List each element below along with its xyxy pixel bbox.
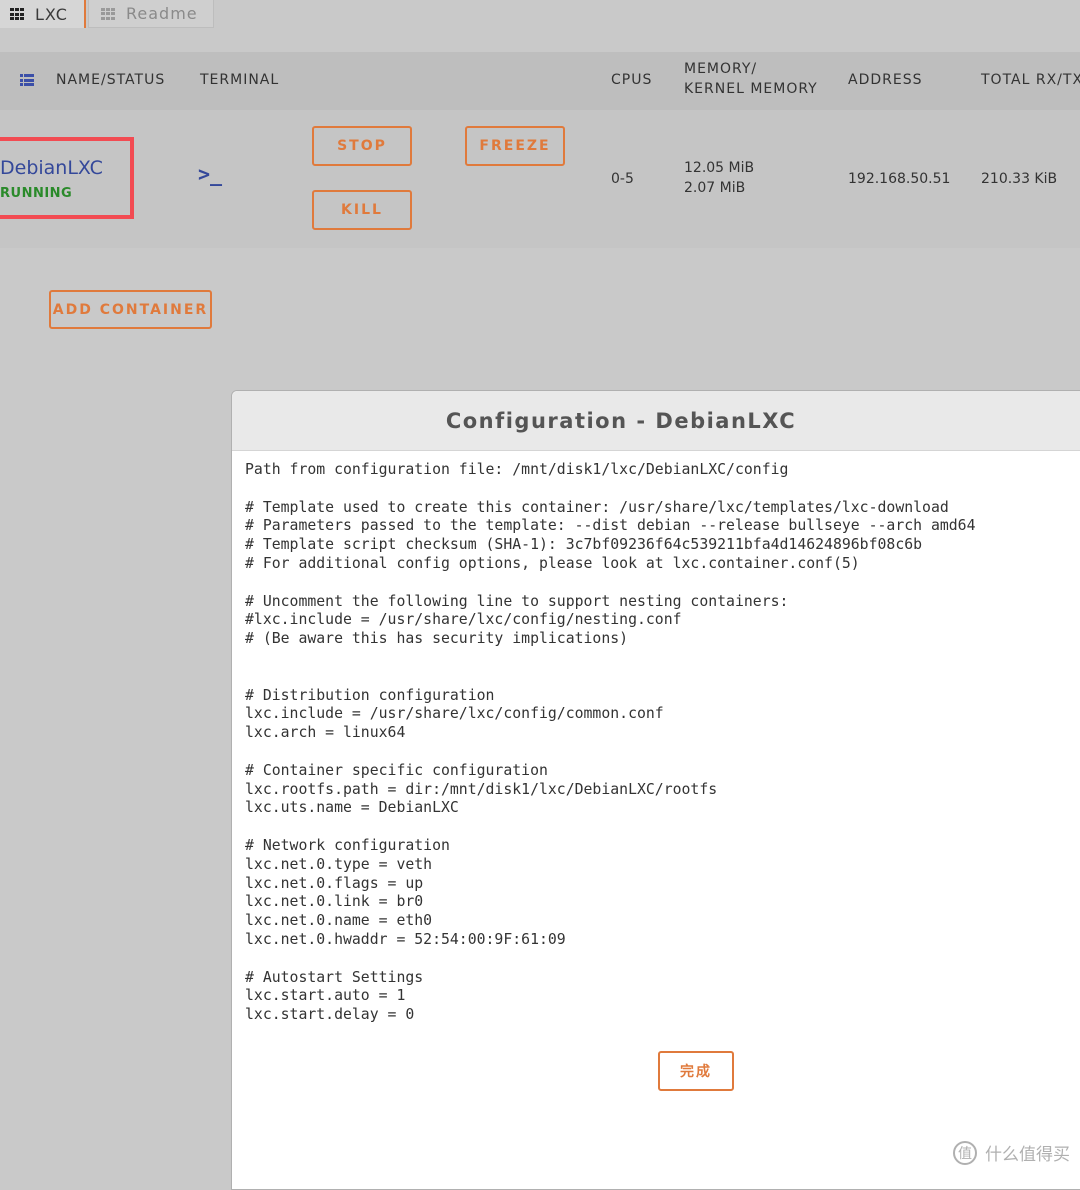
watermark-text: 什么值得买 (985, 1145, 1070, 1165)
header-kernel-memory: KERNEL MEMORY (684, 81, 818, 97)
dialog-title: Configuration - DebianLXC (445, 408, 797, 433)
header-address: ADDRESS (848, 72, 923, 88)
tab-lxc[interactable]: LXC (0, 0, 86, 28)
grid-icon (101, 7, 115, 20)
container-name-link[interactable]: DebianLXC (0, 157, 103, 179)
header-name-status: NAME/STATUS (56, 72, 166, 88)
tab-label: LXC (35, 4, 68, 24)
total-value: 210.33 KiB (981, 171, 1058, 187)
grid-icon (10, 8, 24, 20)
header-cpus: CPUS (611, 72, 653, 88)
kernel-memory-value: 2.07 MiB (684, 180, 746, 196)
tab-label: Readme (126, 4, 198, 23)
header-total: TOTAL RX/TX (981, 72, 1080, 88)
watermark: 值 什么值得买 (953, 1140, 1070, 1165)
tab-readme[interactable]: Readme (88, 0, 214, 28)
tab-bar: LXC Readme (0, 0, 1080, 28)
config-text: Path from configuration file: /mnt/disk1… (245, 461, 976, 1024)
configuration-dialog: Configuration - DebianLXC Path from conf… (231, 390, 1080, 1190)
table-row: DebianLXC RUNNING >_ STOP KILL FREEZE 0-… (0, 110, 1080, 248)
watermark-logo-icon: 值 (953, 1140, 977, 1165)
kill-button[interactable]: KILL (312, 190, 412, 230)
done-button[interactable]: 完成 (658, 1051, 734, 1091)
header-memory: MEMORY/ (684, 61, 758, 77)
header-terminal: TERMINAL (200, 72, 280, 88)
memory-value: 12.05 MiB (684, 160, 755, 176)
terminal-icon[interactable]: >_ (198, 162, 222, 186)
address-value: 192.168.50.51 (848, 171, 951, 187)
table-header: NAME/STATUS TERMINAL CPUS MEMORY/ KERNEL… (0, 52, 1080, 110)
freeze-button[interactable]: FREEZE (465, 126, 565, 166)
container-status: RUNNING (0, 186, 73, 201)
list-icon[interactable] (20, 74, 34, 86)
dialog-header: Configuration - DebianLXC (232, 391, 1080, 451)
add-container-button[interactable]: ADD CONTAINER (49, 290, 212, 329)
cpus-value: 0-5 (611, 171, 634, 187)
stop-button[interactable]: STOP (312, 126, 412, 166)
